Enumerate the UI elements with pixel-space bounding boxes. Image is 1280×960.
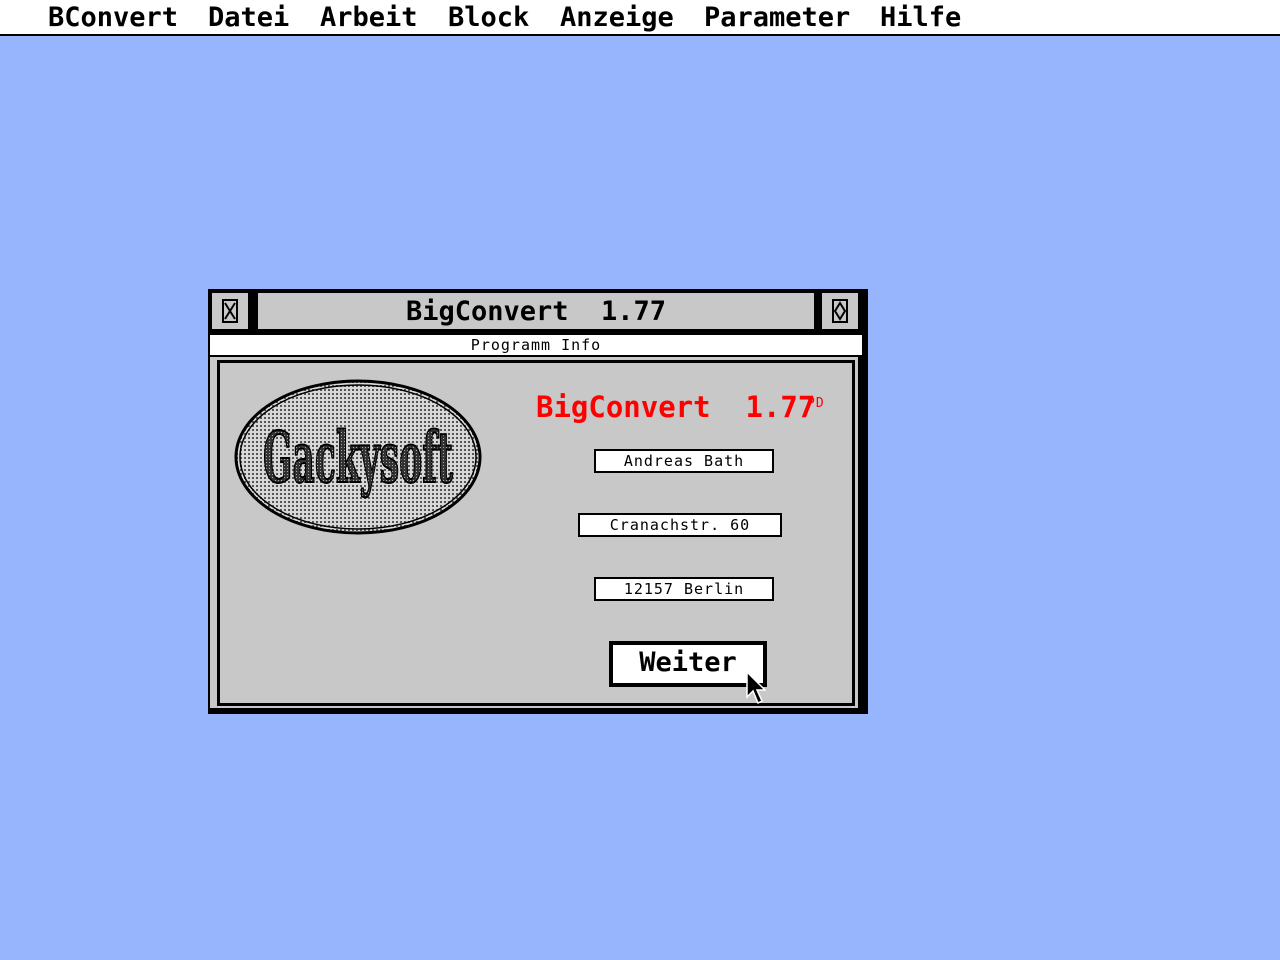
window-titlebar: BigConvert 1.77 [210,291,862,333]
menu-block[interactable]: Block [448,2,529,34]
menu-parameter[interactable]: Parameter [704,2,850,34]
info-window: BigConvert 1.77 Programm Info Gackysoft … [208,289,868,714]
app-title: BigConvert 1.77 [536,390,816,424]
gackysoft-logo: Gackysoft [234,379,482,535]
program-info-dialog: Gackysoft BigConvert 1.77 PD Andreas Bat… [217,360,855,706]
menu-anzeige[interactable]: Anzeige [560,2,674,34]
menu-bconvert[interactable]: BConvert [48,2,178,34]
window-info-line: Programm Info [210,335,862,355]
fuller-icon [832,299,848,323]
close-icon [222,299,238,323]
svg-text:Gackysoft: Gackysoft [263,416,453,499]
menu-datei[interactable]: Datei [208,2,289,34]
menu-arbeit[interactable]: Arbeit [320,2,418,34]
window-title[interactable]: BigConvert 1.77 [256,291,816,331]
city-field: 12157 Berlin [594,577,774,601]
mouse-pointer-icon [746,671,766,705]
menu-hilfe[interactable]: Hilfe [880,2,961,34]
street-field: Cranachstr. 60 [578,513,782,537]
window-work-area: Gackysoft BigConvert 1.77 PD Andreas Bat… [210,357,858,708]
pd-badge: PD [807,396,825,411]
author-name-field: Andreas Bath [594,449,774,473]
menu-bar: BConvert Datei Arbeit Block Anzeige Para… [0,0,1280,36]
weiter-button[interactable]: Weiter [609,641,767,687]
window-fuller-button[interactable] [820,291,860,331]
window-close-button[interactable] [210,291,250,331]
